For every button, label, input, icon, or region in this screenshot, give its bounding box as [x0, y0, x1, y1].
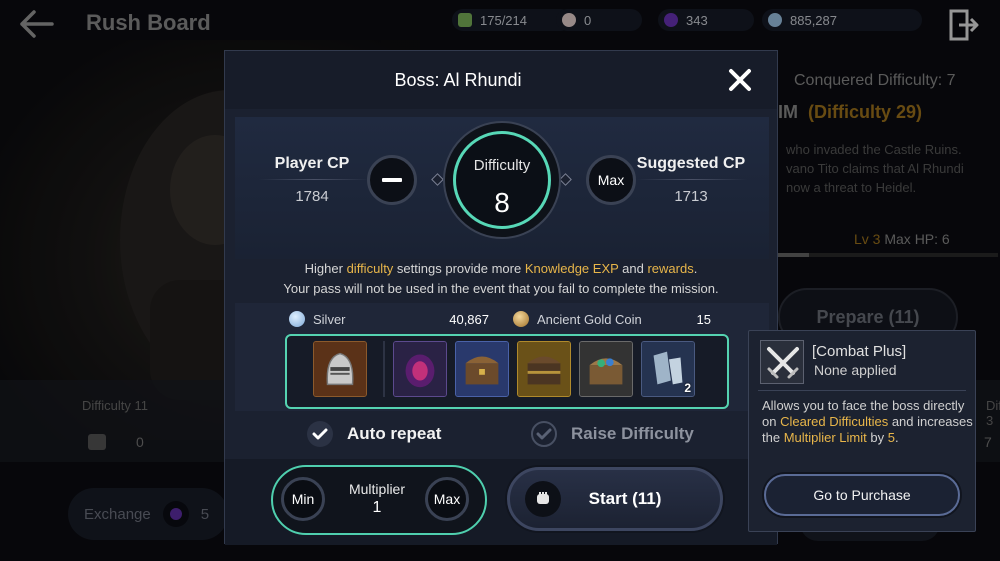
info-highlight: difficulty: [346, 261, 394, 276]
raise-difficulty-toggle[interactable]: Raise Difficulty: [531, 421, 694, 447]
divider: [637, 179, 747, 180]
reward-item-knight-helmet[interactable]: [313, 341, 367, 397]
multiplier-label: Multiplier: [348, 481, 405, 497]
tooltip-description: Allows you to face the boss directly on …: [762, 398, 974, 446]
reward-divider: [383, 341, 385, 397]
fist-icon: [525, 481, 561, 517]
reward-item-treasure-chest[interactable]: [579, 341, 633, 397]
info-highlight: Knowledge EXP: [524, 261, 619, 276]
tooltip-text-segment: by: [866, 430, 888, 445]
reward-item-gold-chest[interactable]: [517, 341, 571, 397]
divider: [758, 390, 966, 391]
go-to-purchase-button[interactable]: Go to Purchase: [764, 474, 960, 516]
info-text-segment: settings provide more: [393, 261, 525, 276]
silver-cost-row: Silver 40,867: [289, 309, 489, 329]
purple-gem-icon: [394, 342, 446, 396]
ancient-gold-coin-icon: [513, 311, 529, 327]
tooltip-highlight: Cleared Difficulties: [780, 414, 889, 429]
reward-quantity: 2: [684, 381, 691, 395]
suggested-cp-label: Suggested CP: [636, 155, 746, 172]
raise-difficulty-label: Raise Difficulty: [571, 424, 694, 443]
tooltip-title: [Combat Plus]: [812, 343, 907, 360]
tooltip-highlight: 5: [887, 430, 895, 445]
crossed-swords-icon: [760, 340, 804, 384]
reward-item-purple-gem[interactable]: [393, 341, 447, 397]
dialog-title: Boss: Al Rhundi: [394, 70, 522, 90]
silver-cost-value: 40,867: [449, 311, 489, 327]
auto-repeat-label: Auto repeat: [347, 424, 442, 443]
decrease-difficulty-button[interactable]: [367, 155, 417, 205]
tooltip-text-segment: .: [894, 430, 899, 445]
auto-repeat-toggle[interactable]: Auto repeat: [307, 421, 441, 447]
multiplier-min-button[interactable]: Min: [281, 477, 325, 521]
close-button[interactable]: [725, 65, 755, 95]
start-button-label: Start (11): [588, 489, 662, 508]
suggested-cp-value: 1713: [674, 188, 708, 205]
treasure-chest-icon: [580, 342, 632, 396]
info-text-segment: and: [618, 261, 648, 276]
tooltip-status: None applied: [814, 362, 897, 378]
blue-chest-icon: [456, 342, 508, 396]
close-icon: [729, 69, 751, 91]
reward-item-crystal-shards[interactable]: 2: [641, 341, 695, 397]
difficulty-value: 8: [494, 187, 510, 218]
info-highlight: rewards: [647, 261, 694, 276]
silver-coin-icon: [289, 311, 305, 327]
tooltip-highlight: Multiplier Limit: [783, 430, 867, 445]
info-line-1: Higher difficulty settings provide more …: [225, 259, 777, 279]
knight-helmet-icon: [314, 342, 366, 396]
multiplier-value: 1: [372, 499, 382, 516]
player-cp-value: 1784: [295, 188, 329, 205]
player-cp-label: Player CP: [274, 155, 350, 172]
gold-coin-cost-label: Ancient Gold Coin: [537, 311, 642, 327]
boss-dialog: Boss: Al Rhundi Player CP 1784 Difficult…: [224, 50, 778, 545]
difficulty-info-text: Higher difficulty settings provide more …: [225, 259, 777, 299]
checkmark-icon: [531, 421, 557, 447]
info-text-segment: .: [693, 261, 698, 276]
minus-icon: [382, 178, 402, 182]
silver-cost-label: Silver: [313, 311, 346, 327]
multiplier-max-button[interactable]: Max: [425, 477, 469, 521]
divider: [259, 179, 369, 180]
gold-chest-icon: [518, 342, 570, 396]
info-text-segment: Higher: [304, 261, 347, 276]
info-line-2: Your pass will not be used in the event …: [283, 281, 719, 296]
reward-item-blue-chest[interactable]: [455, 341, 509, 397]
gold-coin-cost-row: Ancient Gold Coin 15: [513, 309, 711, 329]
checkmark-icon: [307, 421, 333, 447]
gold-coin-cost-value: 15: [696, 311, 711, 327]
difficulty-label: Difficulty: [473, 157, 531, 174]
max-difficulty-button[interactable]: Max: [586, 155, 636, 205]
